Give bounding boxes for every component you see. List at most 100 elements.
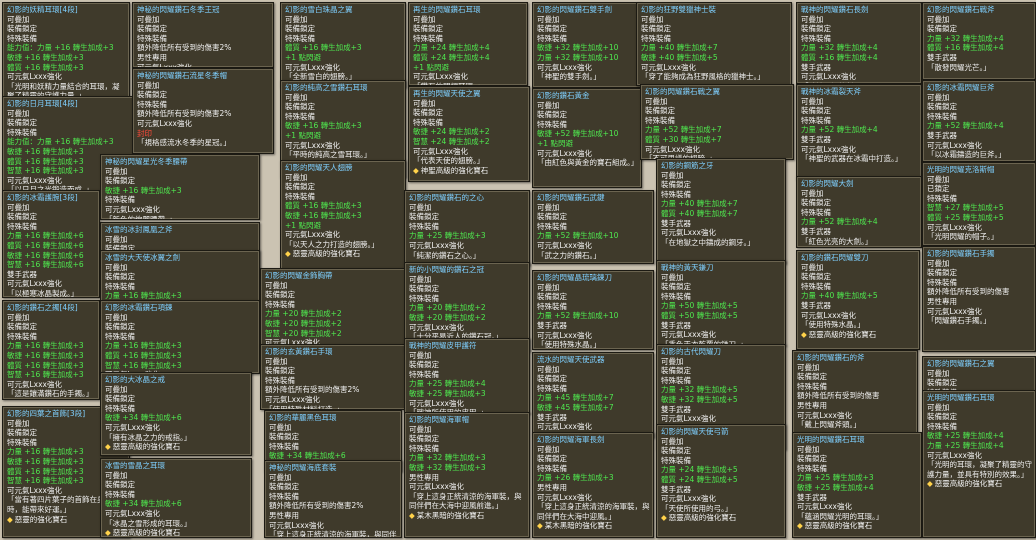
item-tooltip: 流水的閃耀天使武器 可疊加 裝備鎖定 特殊裝備 力量 +45 轉生加成+7 敏捷 +45 …	[532, 352, 654, 438]
gem-label: 某木黑暗的強化寶石	[416, 510, 485, 520]
item-attribute-line: 可疊加	[269, 472, 292, 482]
item-attribute-line: 敏捷 +16 轉生加成+3	[7, 52, 84, 62]
item-attribute-line: 可疊加	[801, 96, 824, 106]
item-attribute-line: 敏捷 +34 轉生加成+6	[105, 499, 182, 509]
item-attribute-line: 特殊裝備	[269, 441, 299, 451]
item-attribute-line: 可元氣Lxxx強化	[927, 306, 982, 316]
item-attribute-line: 力量 +16 轉生加成+3	[105, 341, 182, 351]
item-tooltip: 幻影的妖精耳環[4段] 可疊加 裝備鎖定 特殊裝備 能力值：力量 +16 轉生加成+3 敏…	[2, 2, 130, 98]
item-attribute-line: 可疊加	[537, 202, 560, 212]
item-attribute-line: 特殊裝備	[801, 33, 831, 43]
item-attribute-line: 男性專用	[927, 296, 957, 306]
item-attribute-line: 可疊加	[7, 202, 30, 212]
item-attribute-line: 敏捷 +24 轉生加成+2	[413, 127, 490, 137]
item-name: 幻影的閃耀金飾胸帶	[265, 271, 333, 280]
item-attribute-line: 裝備鎖定	[645, 106, 675, 116]
item-name: 幻影的冰霜護腕[3段]	[7, 193, 78, 202]
item-attribute-line: 雙手武器	[7, 269, 37, 279]
item-tooltip: 幻影的閃耀鑽石手鐲 可疊加 裝備鎖定 特殊裝備 額外降低所有受到的傷害 男性專用 可元氣Lx…	[922, 246, 1036, 352]
item-attribute-line: 可疊加	[409, 274, 432, 284]
item-attribute-line: 特殊裝備	[105, 281, 135, 291]
item-attribute-line: 裝備鎖定	[537, 292, 567, 302]
item-attribute-line: 可元氣Lxxx強化	[537, 148, 592, 158]
item-name: 幻影的閃耀晶琉璃鍊刀	[537, 273, 612, 282]
gem-icon: ◆	[537, 521, 543, 531]
item-attribute-line: 體質 +16 轉生加成+3	[7, 360, 84, 370]
item-attribute-line: 特殊裝備	[537, 301, 567, 311]
item-attribute-line: 裝備鎖定	[409, 360, 439, 370]
item-attribute-line: 可元氣Lxxx強化	[801, 144, 856, 154]
item-attribute-line: 敏捷 +34 轉生加成+6	[105, 413, 182, 423]
item-name: 幻影的古代閃耀刀	[661, 347, 721, 356]
item-gem-line: ◆惡靈高級的強化寶石	[801, 330, 916, 340]
item-tooltip: 神秘的閃耀鑽石流星冬季帽 可疊加 裝備鎖定 特殊裝備 額外降低所有受到的傷害2% 可元氣L…	[132, 68, 274, 154]
item-attribute-line: 雙手武器	[927, 130, 957, 140]
item-tooltip: 幻影的鑽石閃耀雙刀 可疊加 裝備鎖定 特殊裝備 力量 +40 轉生加成+5 雙手武器 可元氣…	[796, 250, 920, 350]
item-attribute-line: 可元氣Lxxx強化	[409, 322, 464, 332]
item-attribute-line: 特殊裝備	[537, 221, 567, 231]
gem-icon: ◆	[797, 521, 803, 531]
item-attribute-line: 特殊裝備	[409, 293, 439, 303]
item-attribute-line: 特殊裝備	[105, 489, 135, 499]
item-attribute-line: 可元氣Lxxx強化	[797, 410, 852, 420]
item-attribute-line: 體質 +30 轉生加成+7	[645, 134, 722, 144]
item-attribute-line: 特殊裝備	[7, 221, 37, 231]
item-attribute-line: 可元氣Lxxx強化	[409, 240, 464, 250]
item-attribute-line: 裝備鎖定	[269, 432, 299, 442]
item-tooltip: 幻影的冰霜護腕[3段] 可疊加 裝備鎖定 特殊裝備 力量 +16 轉生加成+6 體質 +1…	[2, 190, 100, 298]
item-attribute-line: 裝備鎖定	[265, 366, 295, 376]
item-attribute-line: +1 點閃避	[285, 220, 321, 230]
item-attribute-line: 力量 +25 轉生加成+4	[927, 440, 1004, 450]
item-description: 「穿上這身正統清涼的海軍裝，與同伴們在大海中迎風。」	[269, 530, 397, 538]
item-description: 「戴上閃耀斧頭。」	[797, 420, 861, 430]
item-attribute-line: 可疊加	[927, 14, 950, 24]
item-attribute-line: 裝備鎖定	[413, 108, 443, 118]
item-tooltip: 幻影的閃耀鑽石雙手劍 可疊加 裝備鎖定 特殊裝備 敏捷 +32 轉生加成+10 力量 +3…	[532, 2, 642, 88]
item-description: 「代表天使的翅膀。」	[413, 156, 485, 166]
item-attribute-line: 特殊裝備	[265, 299, 295, 309]
item-name: 新的小閃耀的鑽石之冠	[409, 265, 484, 274]
item-attribute-line: 特殊裝備	[285, 33, 315, 43]
gem-icon: ◆	[7, 514, 13, 524]
item-attribute-line: 特殊裝備	[661, 455, 691, 465]
item-description: 「使用特殊水晶。」	[537, 340, 601, 350]
item-name: 幻影的閃耀鑽石武鍵	[537, 193, 605, 202]
item-tooltip: 幻影的鑽石黃金 可疊加 裝備鎖定 特殊裝備 敏捷 +52 轉生加成+10 +1 點閃避 可元…	[532, 88, 642, 188]
item-description: 「神聖的雙手劍。」	[537, 72, 601, 82]
gem-icon: ◆	[105, 528, 111, 538]
item-attribute-line: 可元氣Lxxx強化	[797, 502, 852, 512]
item-attribute-line: 特殊裝備	[409, 443, 439, 453]
item-tooltip: 光明的閃耀鑽石耳環 可疊加 裝備鎖定 特殊裝備 敏捷 +25 轉生加成+4 力量 +25 …	[922, 390, 1036, 538]
item-attribute-line: 力量 +25 轉生加成+3	[797, 473, 874, 483]
item-attribute-line: 敏捷 +16 轉生加成+6	[7, 250, 84, 260]
item-attribute-line: 體質 +25 轉生加成+5	[927, 212, 1004, 222]
item-attribute-line: 雙手武器	[661, 404, 691, 414]
item-description: 「穿了能夠成為狂野風格的獵神士。」	[641, 72, 765, 82]
item-attribute-line: 雙手武器	[927, 52, 957, 62]
item-attribute-line: 可疊加	[927, 174, 950, 184]
item-name: 戰神的冰霜裂天斧	[801, 87, 861, 96]
item-description: 「平時的純高之雪耳環。」	[285, 150, 372, 160]
item-attribute-line: 可元氣Lxxx強化	[801, 310, 856, 320]
item-name: 幻影的華麗黑色耳環	[269, 413, 337, 422]
item-attribute-line: 可疊加	[137, 14, 160, 24]
item-attribute-line: 特殊裝備	[801, 281, 831, 291]
item-attribute-line: 能力值：力量 +16 轉生加成+3	[7, 43, 114, 53]
item-attribute-line: 可元氣Lxxx強化	[7, 72, 62, 82]
item-tooltip: 幻影的冰霜閃耀巨斧 可疊加 裝備鎖定 特殊裝備 力量 +52 轉生加成+4 雙手武器 可元氣…	[922, 80, 1036, 162]
item-attribute-line: 雙手武器	[801, 134, 831, 144]
item-attribute-line: 裝備鎖定	[927, 102, 957, 112]
item-name: 光明的閃耀克洛斯帽	[927, 165, 995, 174]
item-name: 幻影的閃耀天使弓箭	[661, 427, 729, 436]
item-tooltip: 再生的閃耀鑽石耳環 可疊加 裝備鎖定 特殊裝備 力量 +24 轉生加成+4 體質 +24 …	[408, 2, 528, 86]
item-description: 「以天人之力打造的翅膀。」	[285, 239, 379, 249]
item-attribute-line: 體質 +16 轉生加成+4	[927, 43, 1004, 53]
gem-label: 惡靈高級的強化寶石	[668, 513, 737, 523]
item-attribute-line: 體質 +16 轉生加成+3	[285, 201, 362, 211]
item-attribute-line: 力量 +20 轉生加成+2	[409, 303, 486, 313]
item-tooltip: 幻影的閃耀大劍 可疊加 裝備鎖定 特殊裝備 力量 +52 轉生加成+4 雙手武器 「紅色光亮…	[796, 176, 922, 248]
item-attribute-line: 特殊裝備	[537, 463, 567, 473]
item-name: 戰神的閃耀鑽石長劍	[801, 5, 869, 14]
item-attribute-line: 特殊裝備	[927, 193, 957, 203]
item-attribute-line: 可疊加	[645, 96, 668, 106]
